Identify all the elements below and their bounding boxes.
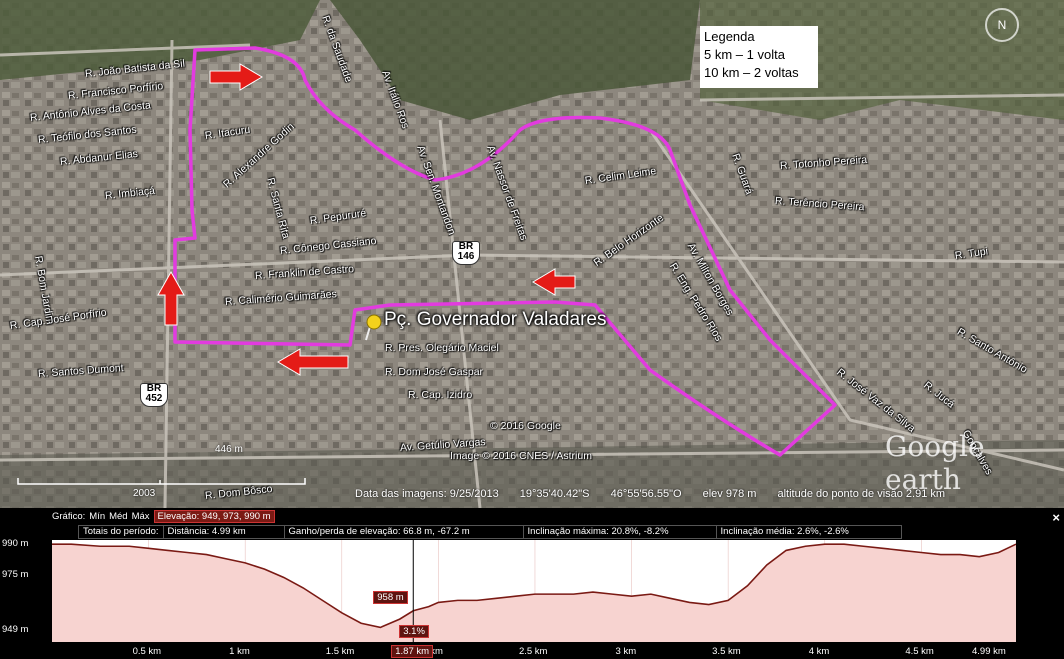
graph-med-option[interactable]: Méd [109,511,127,522]
elevation-selector[interactable]: Elevação: 949, 973, 990 m [153,509,275,523]
br-146-shield-icon: BR 146 [452,241,480,265]
br-452-shield-icon: BR 452 [140,383,168,407]
legend-box: Legenda 5 km – 1 volta 10 km – 2 voltas [700,26,818,88]
distance-value: Distância: 4.99 km [162,525,285,539]
cursor-distance-tooltip: 1.87 km [391,645,434,658]
cursor-slope-tooltip: 3.1% [399,625,429,638]
legend-line-2: 10 km – 2 voltas [704,65,799,80]
x-tick-label: 4.5 km [905,646,934,657]
imagery-date: Data das imagens: 9/25/2013 [355,488,499,500]
max-slope-value: Inclinação máxima: 20.8%, -8.2% [522,525,717,539]
x-tick-label: 2.5 km [518,646,548,657]
y-tick-label: 975 m [2,569,29,581]
street-label: R. Cap. Izidro [408,389,473,401]
status-bar: Data das imagens: 9/25/2013 19°35'40.42"… [355,488,963,500]
compass-icon[interactable]: N [985,8,1019,42]
legend-line-1: 5 km – 1 volta [704,47,785,62]
historical-imagery-year[interactable]: 2003 [133,488,155,499]
totals-row: Totais do período: Distância: 4.99 km Ga… [78,525,902,539]
legend-title: Legenda [704,29,755,44]
street-label: R. Dom José Gaspar [385,366,484,378]
plaza-label: Pç. Governador Valadares [384,309,607,330]
graph-max-option[interactable]: Máx [132,511,150,522]
graph-min-option[interactable]: Mín [89,511,105,522]
avg-slope-value: Inclinação média: 2.6%, -2.6% [715,525,902,539]
x-tick-label: 4 km [808,646,830,657]
close-panel-button[interactable]: × [1052,510,1060,525]
totals-label: Totais do período: [78,525,164,539]
copyright-google: © 2016 Google [490,420,561,432]
elevation-readout: elev 978 m [702,488,757,500]
latitude: 19°35'40.42"S [519,488,590,500]
elevation-profile-panel: Gráfico: Mín Méd Máx Elevação: 949, 973,… [0,508,1064,659]
longitude: 46°55'56.55"O [610,488,682,500]
x-tick-label: 4.99 km [972,646,1006,657]
scale-label: 446 m [215,444,243,455]
eye-altitude: altitude do ponto de visão 2.91 km [777,488,946,500]
x-tick-label: 1.5 km [325,646,355,657]
x-tick-label: 3 km [615,646,637,657]
graph-label: Gráfico: [52,510,86,522]
cursor-elevation-tooltip: 958 m [373,590,408,604]
graph-options: Gráfico: Mín Méd Máx Elevação: 949, 973,… [52,509,275,523]
satellite-map[interactable]: R. João Batista da Sil R. Francisco Porfí… [0,0,1064,508]
copyright-imagery: Image © 2016 CNES / Astrium [450,450,592,462]
street-label: R. Pres. Olegário Maciel [385,342,499,354]
y-tick-label: 949 m [2,623,29,635]
x-tick-label: 3.5 km [712,646,741,657]
elevation-chart[interactable] [52,540,1016,642]
x-tick-label: 0.5 km [132,646,162,657]
y-tick-label: 990 m [2,538,29,550]
google-earth-logo: Google earth [885,430,985,496]
gain-loss-value: Ganho/perda de elevação: 66.8 m, -67.2 m [283,525,524,539]
x-tick-label: 1 km [229,646,250,657]
